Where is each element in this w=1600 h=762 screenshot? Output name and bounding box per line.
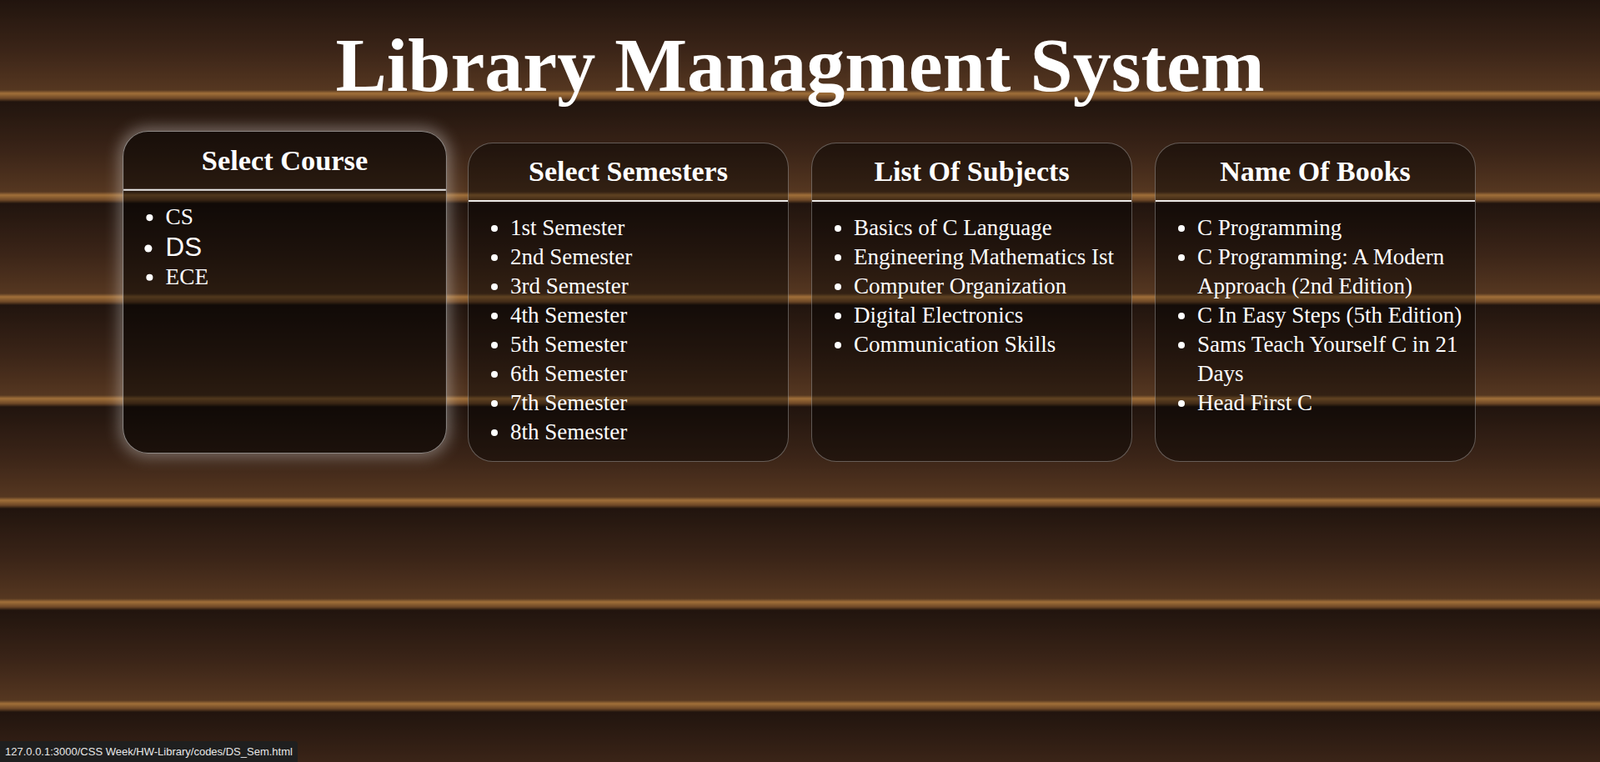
list-item[interactable]: Engineering Mathematics Ist: [853, 242, 1120, 272]
list-item[interactable]: 2nd Semester: [510, 242, 777, 272]
list-item[interactable]: C Programming: A Modern Approach (2nd Ed…: [1197, 242, 1464, 301]
panel-card: Name Of Books C ProgrammingC Programming:…: [1154, 142, 1476, 462]
list-item[interactable]: 8th Semester: [510, 417, 777, 447]
list-item[interactable]: 6th Semester: [510, 359, 777, 389]
list-item[interactable]: 5th Semester: [510, 330, 777, 360]
panel-heading: Select Course: [201, 143, 368, 178]
list-item[interactable]: Communication Skills: [853, 330, 1120, 360]
list-item[interactable]: 4th Semester: [510, 300, 777, 331]
list-item[interactable]: 3rd Semester: [510, 271, 777, 301]
list-item[interactable]: ECE: [165, 262, 435, 292]
panel-heading: Name Of Books: [1219, 155, 1411, 190]
panel-list: CSDSECE: [123, 190, 447, 453]
page: Library Managment SystemSelect CourseCSD…: [0, 0, 1600, 762]
list-item[interactable]: 7th Semester: [510, 388, 777, 418]
list-item[interactable]: Basics of C Language: [853, 213, 1120, 243]
panel-card: Select Course CSDSECE: [122, 130, 447, 454]
list-item[interactable]: Sams Teach Yourself C in 21 Days: [1197, 330, 1464, 389]
status-bar: 127.0.0.1:3000/CSS Week/HW-Library/codes…: [0, 741, 298, 762]
list-item[interactable]: C Programming: [1197, 213, 1464, 243]
panel-header: Select Semesters: [468, 143, 788, 202]
panel-header: Name Of Books: [1155, 143, 1475, 202]
panel-card: List Of Subjects Basics of C LanguageEngi…: [811, 142, 1133, 462]
list-item[interactable]: C In Easy Steps (5th Edition): [1197, 300, 1464, 331]
list-item[interactable]: 1st Semester: [510, 213, 777, 243]
list-item[interactable]: Head First C: [1197, 388, 1464, 418]
panel-row: Select Course CSDSECE Select Semesters 1st …: [124, 142, 1476, 462]
panel-list: C ProgrammingC Programming: A Modern App…: [1155, 201, 1475, 462]
list-item[interactable]: DS: [165, 231, 435, 262]
panel-card: Select Semesters 1st Semester2nd Semester…: [467, 142, 789, 462]
panel-list: Basics of C LanguageEngineering Mathemat…: [812, 201, 1132, 462]
list-item[interactable]: CS: [165, 202, 435, 232]
list-item[interactable]: Computer Organization: [853, 271, 1120, 301]
panel-heading: Select Semesters: [528, 155, 728, 190]
page-title: Library Managment System: [335, 23, 1264, 108]
panel-header: Select Course: [123, 131, 447, 191]
panel-heading: List Of Subjects: [873, 155, 1069, 190]
panel-list: 1st Semester2nd Semester3rd Semester4th …: [468, 201, 788, 462]
list-item[interactable]: Digital Electronics: [853, 300, 1120, 331]
content: Library Managment SystemSelect CourseCSD…: [0, 0, 1600, 462]
panel-header: List Of Subjects: [812, 143, 1132, 202]
